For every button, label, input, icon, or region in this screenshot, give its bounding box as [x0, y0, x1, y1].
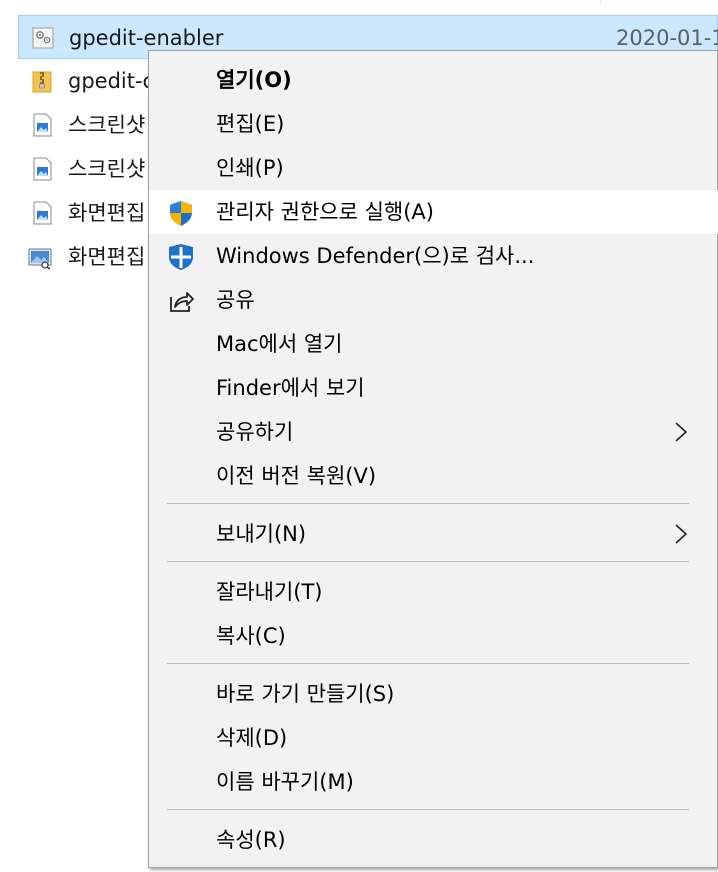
menu-item-rename[interactable]: 이름 바꾸기(M)	[149, 760, 718, 804]
menu-item-show-in-finder[interactable]: Finder에서 보기	[149, 366, 718, 410]
menu-item-label: 속성(R)	[216, 828, 286, 852]
menu-item-delete[interactable]: 삭제(D)	[149, 716, 718, 760]
file-name: 스크린샷	[68, 157, 146, 181]
menu-item-share[interactable]: 공유	[149, 278, 718, 322]
menu-separator	[167, 503, 689, 504]
menu-item-open[interactable]: 열기(O)	[149, 58, 718, 102]
file-name: 화면편집	[68, 201, 146, 225]
chevron-right-icon	[675, 422, 688, 442]
menu-item-label: 공유	[216, 288, 255, 312]
chevron-right-icon	[675, 524, 688, 544]
menu-item-label: 삭제(D)	[216, 726, 288, 750]
menu-item-label: 인쇄(P)	[216, 156, 284, 180]
menu-separator	[167, 809, 689, 810]
menu-item-copy[interactable]: 복사(C)	[149, 614, 718, 658]
photo-viewer-icon	[28, 248, 52, 270]
column-divider	[600, 0, 601, 4]
menu-item-label: 관리자 권한으로 실행(A)	[216, 200, 434, 224]
image-icon	[33, 157, 52, 181]
menu-item-label: 열기(O)	[216, 68, 292, 92]
uac-shield-icon	[170, 201, 192, 226]
image-icon	[33, 201, 52, 225]
file-name: gpedit-enabler	[69, 26, 224, 50]
menu-separator	[167, 561, 689, 562]
menu-item-defender-scan[interactable]: Windows Defender(으)로 검사...	[149, 234, 718, 278]
menu-item-create-shortcut[interactable]: 바로 가기 만들기(S)	[149, 672, 718, 716]
file-date: 2020-01-1	[616, 26, 718, 50]
menu-item-label: 보내기(N)	[216, 522, 307, 546]
menu-item-run-as-admin[interactable]: 관리자 권한으로 실행(A)	[149, 190, 718, 234]
menu-item-edit[interactable]: 편집(E)	[149, 102, 718, 146]
menu-item-label: 공유하기	[216, 420, 294, 444]
menu-item-label: 편집(E)	[216, 112, 285, 136]
menu-item-label: Finder에서 보기	[216, 376, 365, 400]
menu-item-properties[interactable]: 속성(R)	[149, 818, 718, 862]
menu-separator	[167, 663, 689, 664]
menu-item-label: Windows Defender(으)로 검사...	[216, 244, 535, 268]
file-name: 화면편집	[68, 245, 146, 269]
image-icon	[33, 113, 52, 137]
menu-item-label: 잘라내기(T)	[216, 580, 323, 604]
menu-item-send-to[interactable]: 보내기(N)	[149, 512, 718, 556]
file-name: 스크린샷	[68, 113, 146, 137]
defender-shield-icon	[169, 244, 193, 270]
menu-item-label: 바로 가기 만들기(S)	[216, 682, 395, 706]
menu-item-label: 이름 바꾸기(M)	[216, 770, 354, 794]
menu-item-share-with[interactable]: 공유하기	[149, 410, 718, 454]
menu-item-open-in-mac[interactable]: Mac에서 열기	[149, 322, 718, 366]
zip-folder-icon	[32, 71, 52, 93]
file-name: gpedit-c	[68, 69, 155, 93]
share-icon	[170, 292, 194, 312]
context-menu: 열기(O) 편집(E) 인쇄(P) 관리자 권한으로 실행(A) Windows…	[148, 50, 718, 868]
menu-item-cut[interactable]: 잘라내기(T)	[149, 570, 718, 614]
menu-item-label: 복사(C)	[216, 624, 286, 648]
menu-item-restore-versions[interactable]: 이전 버전 복원(V)	[149, 454, 718, 498]
menu-item-print[interactable]: 인쇄(P)	[149, 146, 718, 190]
script-icon	[32, 27, 54, 49]
menu-item-label: Mac에서 열기	[216, 332, 343, 356]
menu-item-label: 이전 버전 복원(V)	[216, 464, 377, 488]
